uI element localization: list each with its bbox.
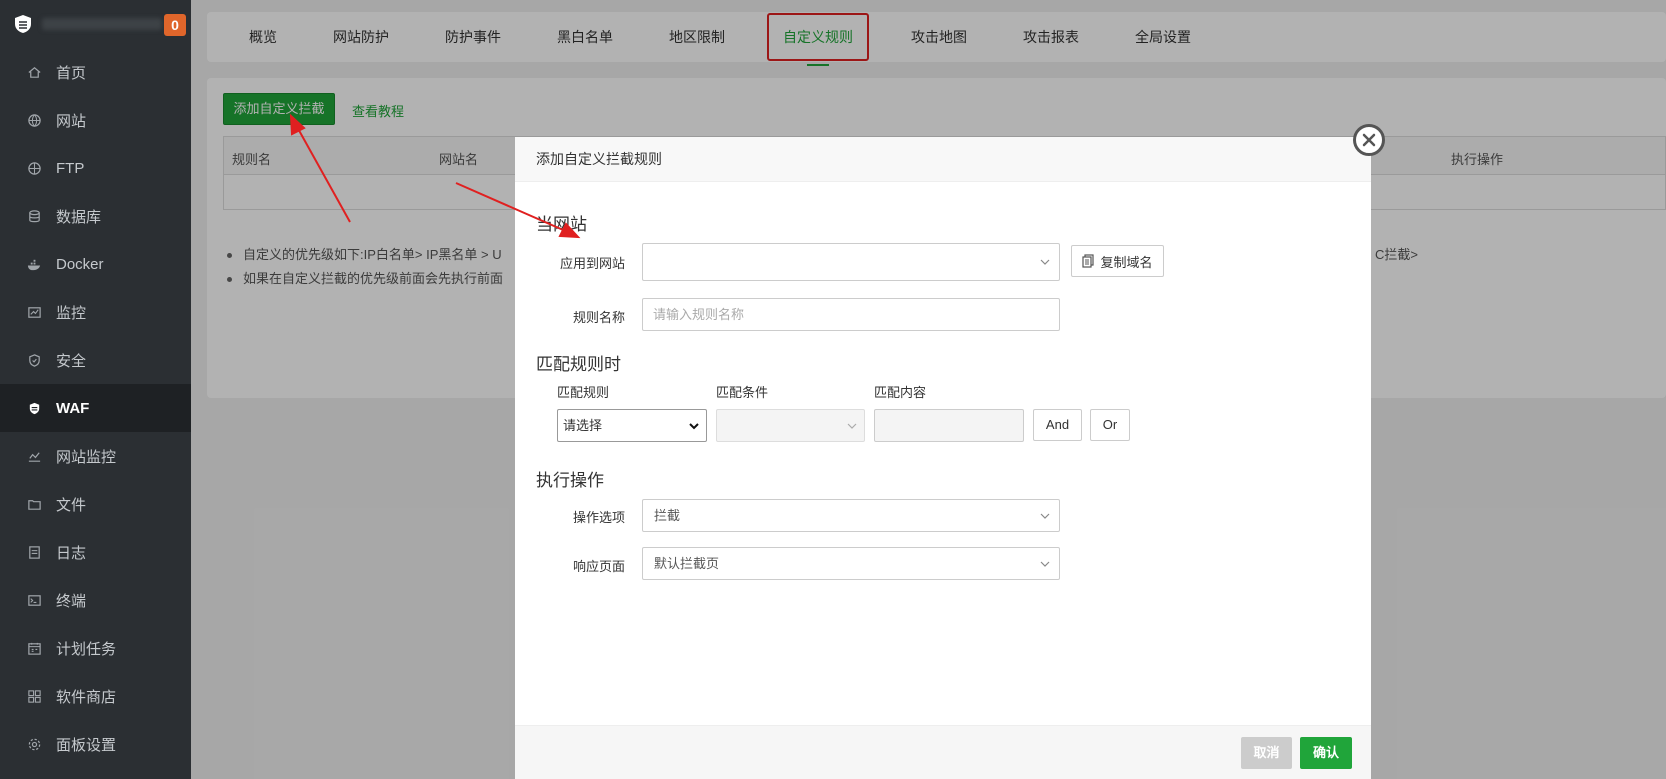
response-page-select[interactable]: 默认拦截页 — [642, 547, 1060, 580]
match-content-input[interactable] — [874, 409, 1024, 442]
sidebar-item-label: 安全 — [56, 352, 87, 370]
shield-icon — [26, 352, 42, 368]
cancel-button[interactable]: 取消 — [1241, 737, 1292, 769]
sidebar-item-label: 文件 — [56, 496, 87, 514]
sidebar: 0 首页网站 FTP 数据库 Docker 监控安全 WAF 网站监控文件日志终端计划任务软… — [0, 0, 191, 779]
sidebar-item-database[interactable]: 数据库 — [0, 192, 191, 240]
logo: 0 — [0, 0, 191, 48]
sidebar-item-label: 数据库 — [56, 208, 102, 226]
waf-icon — [26, 400, 42, 416]
dialog-footer: 取消 确认 — [515, 725, 1371, 779]
log-icon — [26, 544, 42, 560]
sidebar-item-label: Docker — [56, 255, 104, 273]
match-rule-select[interactable]: 请选择 — [557, 409, 707, 442]
sidebar-item-label: 监控 — [56, 304, 87, 322]
sidebar-item-label: 网站监控 — [56, 448, 117, 466]
copy-domain-label: 复制域名 — [1100, 254, 1153, 270]
calendar-icon — [26, 640, 42, 656]
terminal-icon — [26, 592, 42, 608]
sidebar-item-label: WAF — [56, 399, 90, 417]
site-monitor-icon — [26, 448, 42, 464]
response-page-label: 响应页面 — [572, 559, 625, 574]
docker-icon — [26, 256, 42, 272]
close-modal-button[interactable] — [1353, 124, 1385, 156]
sidebar-item-apps[interactable]: 软件商店 — [0, 672, 191, 720]
folder-icon — [26, 496, 42, 512]
sidebar-item-label: 网站 — [56, 112, 87, 130]
copy-icon — [1082, 254, 1095, 268]
match-rule-label: 匹配规则 — [557, 385, 610, 400]
blurred-hostname — [42, 18, 162, 30]
gear-icon — [26, 736, 42, 752]
confirm-button[interactable]: 确认 — [1300, 737, 1352, 769]
sidebar-item-log[interactable]: 日志 — [0, 528, 191, 576]
dialog-title: 添加自定义拦截规则 — [515, 137, 1371, 182]
section-action-title: 执行操作 — [536, 471, 604, 490]
sidebar-item-calendar[interactable]: 计划任务 — [0, 624, 191, 672]
chevron-down-icon — [689, 423, 699, 430]
sidebar-item-ftp[interactable]: FTP — [0, 144, 191, 192]
sidebar-item-label: 日志 — [56, 544, 87, 562]
monitor-icon — [26, 304, 42, 320]
rule-name-input[interactable]: 请输入规则名称 — [642, 298, 1060, 331]
logo-shield-icon — [15, 15, 31, 33]
sidebar-item-waf[interactable]: WAF — [0, 384, 191, 432]
rule-name-label: 规则名称 — [572, 310, 625, 325]
apply-to-site-label: 应用到网站 — [559, 256, 625, 271]
sidebar-item-monitor[interactable]: 监控 — [0, 288, 191, 336]
sidebar-item-globe[interactable]: 网站 — [0, 96, 191, 144]
or-button[interactable]: Or — [1090, 409, 1130, 441]
sidebar-item-gear[interactable]: 面板设置 — [0, 720, 191, 768]
action-option-label: 操作选项 — [572, 510, 625, 525]
sidebar-item-shield[interactable]: 安全 — [0, 336, 191, 384]
sidebar-item-site-monitor[interactable]: 网站监控 — [0, 432, 191, 480]
globe-icon — [26, 112, 42, 128]
database-icon — [26, 208, 42, 224]
sidebar-item-label: 软件商店 — [56, 688, 117, 706]
notification-badge[interactable]: 0 — [164, 14, 186, 36]
sidebar-item-label: FTP — [56, 159, 85, 177]
sidebar-item-docker[interactable]: Docker — [0, 240, 191, 288]
add-rule-dialog: 添加自定义拦截规则 当网站 应用到网站 复制域名 规则名称 请输入规则名称 匹配… — [515, 137, 1371, 779]
match-condition-label: 匹配条件 — [716, 385, 769, 400]
chevron-down-icon — [847, 423, 857, 429]
section-match-title: 匹配规则时 — [536, 355, 621, 374]
chevron-down-icon — [1040, 259, 1050, 265]
and-button[interactable]: And — [1033, 409, 1082, 441]
chevron-down-icon — [1040, 561, 1050, 567]
sidebar-item-folder[interactable]: 文件 — [0, 480, 191, 528]
match-content-label: 匹配内容 — [874, 385, 927, 400]
copy-domain-button[interactable]: 复制域名 — [1071, 245, 1164, 277]
sidebar-item-label: 首页 — [56, 64, 87, 82]
action-option-select[interactable]: 拦截 — [642, 499, 1060, 532]
sidebar-item-label: 面板设置 — [56, 736, 117, 754]
chevron-down-icon — [1040, 513, 1050, 519]
match-condition-select[interactable] — [716, 409, 865, 442]
section-site-title: 当网站 — [536, 215, 587, 234]
sidebar-item-label: 计划任务 — [56, 640, 117, 658]
sidebar-item-home[interactable]: 首页 — [0, 48, 191, 96]
home-icon — [26, 64, 42, 80]
close-icon — [1362, 133, 1376, 147]
apply-to-site-select[interactable] — [642, 243, 1060, 281]
ftp-icon — [26, 160, 42, 176]
sidebar-item-terminal[interactable]: 终端 — [0, 576, 191, 624]
apps-icon — [26, 688, 42, 704]
sidebar-item-label: 终端 — [56, 592, 87, 610]
